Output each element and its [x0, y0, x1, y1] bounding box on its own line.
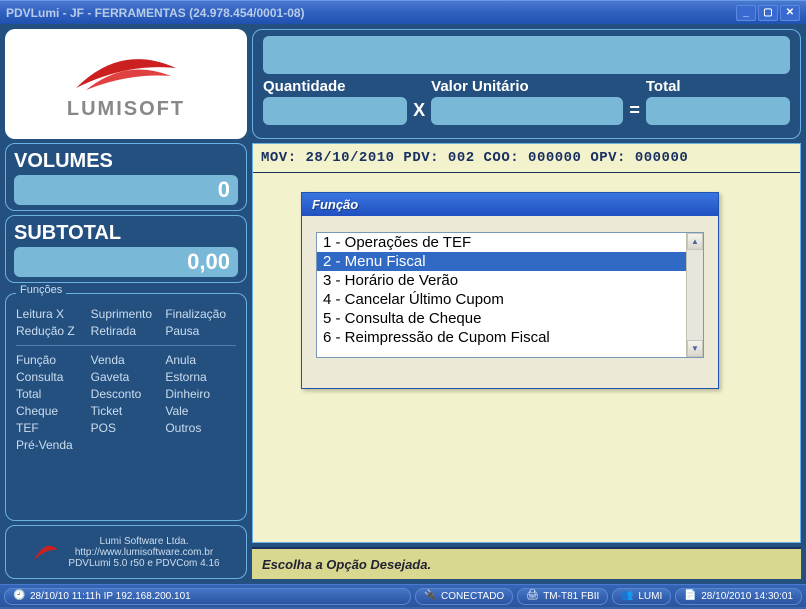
left-column: LUMISOFT VOLUMES 0 SUBTOTAL 0,00 Funções…: [5, 29, 247, 579]
funcoes-legend: Funções: [16, 284, 66, 296]
clock-icon: 🕘: [13, 590, 25, 602]
maximize-button[interactable]: ▢: [758, 5, 778, 21]
window-title: PDVLumi - JF - FERRAMENTAS (24.978.454/0…: [6, 6, 305, 20]
funcao-dialog: Função 1 - Operações de TEF2 - Menu Fisc…: [301, 192, 719, 389]
description-box: [263, 36, 790, 74]
func-item[interactable]: Estorna: [165, 370, 236, 384]
status-user: 👥 LUMI: [612, 588, 671, 605]
funcao-list-item[interactable]: 4 - Cancelar Último Cupom: [317, 290, 686, 309]
qty-field[interactable]: [263, 97, 407, 125]
func-divider: [16, 345, 236, 346]
page-icon: 📄: [684, 590, 696, 602]
func-item[interactable]: Função: [16, 353, 87, 367]
func-item: [165, 438, 236, 452]
func-item[interactable]: Pausa: [165, 324, 236, 338]
logo-swoosh-icon: [66, 48, 186, 98]
printer-icon: 🖨: [526, 590, 538, 602]
func-item[interactable]: Retirada: [91, 324, 162, 338]
mov-line: MOV: 28/10/2010 PDV: 002 COO: 000000 OPV…: [253, 144, 800, 173]
statusbar: 🕘 28/10/10 11:11h IP 192.168.200.101 🔌 C…: [0, 584, 806, 607]
func-item: [91, 438, 162, 452]
status-seg1-text: 28/10/10 11:11h IP 192.168.200.101: [30, 591, 191, 602]
func-item[interactable]: Dinheiro: [165, 387, 236, 401]
listbox-scrollbar[interactable]: ▲ ▼: [686, 233, 703, 357]
funcao-list-item[interactable]: 3 - Horário de Verão: [317, 271, 686, 290]
unit-field[interactable]: [431, 97, 623, 125]
logo-text: LUMISOFT: [67, 98, 185, 121]
user-icon: 👥: [621, 590, 633, 602]
status-seg4-text: LUMI: [638, 591, 662, 602]
func-item[interactable]: Gaveta: [91, 370, 162, 384]
func-item[interactable]: Outros: [165, 421, 236, 435]
status-datetime-ip: 🕘 28/10/10 11:11h IP 192.168.200.101: [4, 588, 411, 605]
software-url[interactable]: http://www.lumisoftware.com.br: [68, 547, 219, 558]
func-item[interactable]: Pré-Venda: [16, 438, 87, 452]
scroll-up-button[interactable]: ▲: [687, 233, 703, 250]
func-item[interactable]: Total: [16, 387, 87, 401]
software-panel: Lumi Software Ltda. http://www.lumisoftw…: [5, 525, 247, 579]
funcao-list-item[interactable]: 5 - Consulta de Cheque: [317, 309, 686, 328]
func-item[interactable]: Suprimento: [91, 307, 162, 321]
volumes-value: 0: [14, 175, 238, 205]
funcoes-panel: Funções Leitura X Suprimento Finalização…: [5, 287, 247, 521]
status-clock: 📄 28/10/2010 14:30:01: [675, 588, 802, 605]
status-seg5-text: 28/10/2010 14:30:01: [701, 591, 793, 602]
subtotal-label: SUBTOTAL: [14, 222, 238, 245]
funcao-dialog-title: Função: [302, 193, 718, 216]
software-version: PDVLumi 5.0 r50 e PDVCom 4.16: [68, 558, 219, 569]
func-item[interactable]: Cheque: [16, 404, 87, 418]
func-item[interactable]: Vale: [165, 404, 236, 418]
top-display-panel: Quantidade X Valor Unitário = Total: [252, 29, 801, 139]
funcao-list-item[interactable]: 1 - Operações de TEF: [317, 233, 686, 252]
func-item[interactable]: Consulta: [16, 370, 87, 384]
func-item[interactable]: Finalização: [165, 307, 236, 321]
app-body: LUMISOFT VOLUMES 0 SUBTOTAL 0,00 Funções…: [0, 24, 806, 584]
status-seg3-text: TM-T81 FBII: [543, 591, 599, 602]
status-printer: 🖨 TM-T81 FBII: [517, 588, 608, 605]
prompt-bar: Escolha a Opção Desejada.: [252, 547, 801, 579]
right-column: Quantidade X Valor Unitário = Total MOV:…: [252, 29, 801, 579]
total-field: [646, 97, 790, 125]
mini-logo-icon: [32, 538, 60, 566]
volumes-panel: VOLUMES 0: [5, 143, 247, 211]
func-item[interactable]: POS: [91, 421, 162, 435]
func-item[interactable]: Venda: [91, 353, 162, 367]
plug-icon: 🔌: [424, 590, 436, 602]
scroll-down-button[interactable]: ▼: [687, 340, 703, 357]
func-item[interactable]: TEF: [16, 421, 87, 435]
titlebar: PDVLumi - JF - FERRAMENTAS (24.978.454/0…: [0, 0, 806, 24]
status-connected: 🔌 CONECTADO: [415, 588, 513, 605]
func-item[interactable]: Redução Z: [16, 324, 87, 338]
func-item[interactable]: Desconto: [91, 387, 162, 401]
funcao-list-item[interactable]: 2 - Menu Fiscal: [317, 252, 686, 271]
main-area: MOV: 28/10/2010 PDV: 002 COO: 000000 OPV…: [252, 143, 801, 543]
logo-box: LUMISOFT: [5, 29, 247, 139]
qty-label: Quantidade: [263, 78, 407, 95]
software-company: Lumi Software Ltda.: [68, 536, 219, 547]
func-item[interactable]: Ticket: [91, 404, 162, 418]
funcao-list-item[interactable]: 6 - Reimpressão de Cupom Fiscal: [317, 328, 686, 347]
equals-symbol: =: [629, 100, 640, 125]
prompt-text: Escolha a Opção Desejada.: [262, 557, 431, 572]
funcao-listbox[interactable]: 1 - Operações de TEF2 - Menu Fiscal3 - H…: [316, 232, 704, 358]
unit-label: Valor Unitário: [431, 78, 623, 95]
func-item[interactable]: Leitura X: [16, 307, 87, 321]
total-label: Total: [646, 78, 790, 95]
status-seg2-text: CONECTADO: [441, 591, 504, 602]
close-button[interactable]: ✕: [780, 5, 800, 21]
func-item[interactable]: Anula: [165, 353, 236, 367]
volumes-label: VOLUMES: [14, 150, 238, 173]
subtotal-panel: SUBTOTAL 0,00: [5, 215, 247, 283]
minimize-button[interactable]: _: [736, 5, 756, 21]
subtotal-value: 0,00: [14, 247, 238, 277]
multiply-symbol: X: [413, 100, 425, 125]
